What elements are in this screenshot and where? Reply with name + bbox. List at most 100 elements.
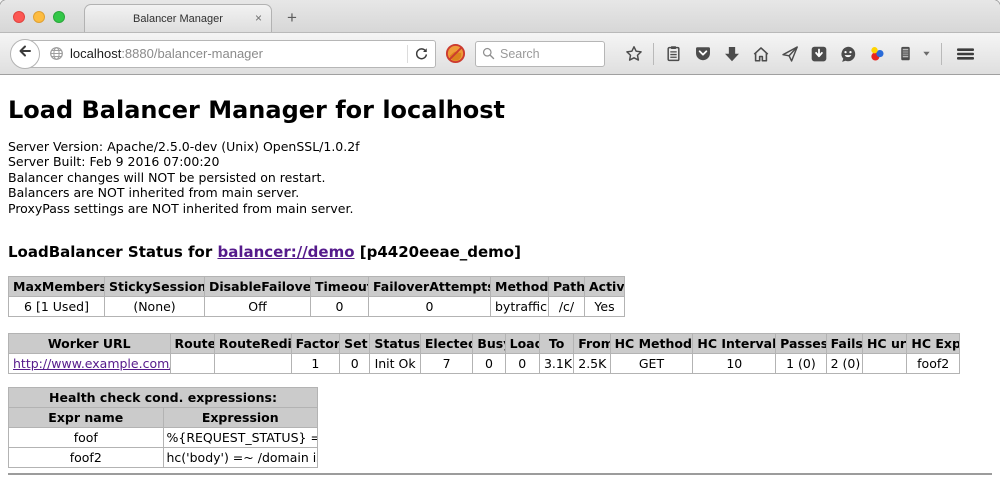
menu-hamburger-button[interactable] bbox=[951, 39, 980, 69]
cell-maxmembers: 6 [1 Used] bbox=[9, 297, 105, 317]
clipboard-button[interactable] bbox=[659, 39, 688, 69]
toolbar-icons bbox=[619, 39, 1000, 69]
col-hc-method: HC Method bbox=[610, 334, 693, 354]
home-button[interactable] bbox=[746, 39, 775, 69]
col-hc-interval: HC Interval bbox=[693, 334, 776, 354]
inherit-notice-line: Balancers are NOT inherited from main se… bbox=[8, 185, 992, 200]
col-factor: Factor bbox=[291, 334, 339, 354]
toolbar-divider bbox=[941, 43, 942, 65]
cell-method: bytraffic bbox=[491, 297, 549, 317]
cell-passes: 1 (0) bbox=[776, 354, 826, 374]
col-passes: Passes bbox=[776, 334, 826, 354]
cell-hc-expr: foof2 bbox=[907, 354, 960, 374]
col-to: To bbox=[539, 334, 573, 354]
table-header-row: Worker URL Route RouteRedir Factor Set S… bbox=[9, 334, 960, 354]
cell-timeout: 0 bbox=[311, 297, 369, 317]
battery-extension-button[interactable] bbox=[891, 39, 920, 69]
col-fails: Fails bbox=[826, 334, 862, 354]
search-icon bbox=[482, 47, 495, 60]
persist-notice-line: Balancer changes will NOT be persisted o… bbox=[8, 170, 992, 185]
cell-expr-name: foof2 bbox=[9, 448, 164, 468]
pocket-button[interactable] bbox=[688, 39, 717, 69]
cell-busy: 0 bbox=[473, 354, 505, 374]
send-page-button[interactable] bbox=[775, 39, 804, 69]
cell-hc-interval: 10 bbox=[693, 354, 776, 374]
cell-from: 2.5K bbox=[574, 354, 610, 374]
cell-expression: hc('body') =~ /domain is established/ bbox=[163, 448, 318, 468]
bookmark-star-button[interactable] bbox=[619, 39, 648, 69]
url-path-text: :8880/balancer-manager bbox=[121, 46, 263, 61]
cell-failoverattempts: 0 bbox=[369, 297, 491, 317]
table-row: foof %{REQUEST_STATUS} =~ /^[234]/ bbox=[9, 428, 318, 448]
chat-smiley-button[interactable] bbox=[833, 39, 862, 69]
col-routeredir: RouteRedir bbox=[214, 334, 291, 354]
globe-icon bbox=[49, 46, 64, 61]
table-header-row: MaxMembers StickySession DisableFailover… bbox=[9, 277, 625, 297]
col-hc-uri: HC uri bbox=[862, 334, 906, 354]
status-suffix: [p4420eeae_demo] bbox=[355, 243, 521, 261]
cell-factor: 1 bbox=[291, 354, 339, 374]
minimize-window-button[interactable] bbox=[33, 11, 45, 23]
extension-dots-button[interactable] bbox=[862, 39, 891, 69]
col-hc-expr: HC Expr bbox=[907, 334, 960, 354]
col-worker-url: Worker URL bbox=[9, 334, 171, 354]
col-failoverattempts: FailoverAttempts bbox=[369, 277, 491, 297]
worker-table: Worker URL Route RouteRedir Factor Set S… bbox=[8, 333, 960, 374]
zoom-window-button[interactable] bbox=[53, 11, 65, 23]
col-disablefailover: DisableFailover bbox=[205, 277, 311, 297]
balancer-demo-link[interactable]: balancer://demo bbox=[217, 243, 354, 261]
reload-button[interactable] bbox=[414, 46, 429, 61]
table-row: foof2 hc('body') =~ /domain is establish… bbox=[9, 448, 318, 468]
col-timeout: Timeout bbox=[311, 277, 369, 297]
back-arrow-icon bbox=[17, 43, 33, 64]
search-box[interactable] bbox=[475, 41, 605, 67]
content-blocked-badge[interactable] bbox=[445, 43, 466, 64]
search-input[interactable] bbox=[500, 47, 592, 61]
col-active: Active bbox=[585, 277, 625, 297]
url-host-text: localhost bbox=[70, 46, 121, 61]
toolbar-divider bbox=[653, 43, 654, 65]
navigation-toolbar: localhost:8880/balancer-manager bbox=[0, 33, 1000, 75]
titlebar: Balancer Manager × + bbox=[0, 0, 1000, 33]
cell-worker-url: http://www.example.com/ bbox=[9, 354, 171, 374]
proxypass-notice-line: ProxyPass settings are NOT inherited fro… bbox=[8, 201, 992, 216]
window-controls bbox=[13, 11, 65, 23]
col-maxmembers: MaxMembers bbox=[9, 277, 105, 297]
col-expr-name: Expr name bbox=[9, 408, 164, 428]
tab-close-icon[interactable]: × bbox=[255, 12, 262, 24]
cell-elected: 7 bbox=[420, 354, 472, 374]
table-title-row: Health check cond. expressions: bbox=[9, 388, 318, 408]
worker-row: http://www.example.com/ 1 0 Init Ok 7 0 … bbox=[9, 354, 960, 374]
table-header-row: Expr name Expression bbox=[9, 408, 318, 428]
page-title: Load Balancer Manager for localhost bbox=[8, 75, 992, 124]
cell-route bbox=[170, 354, 214, 374]
balancer-summary-table: MaxMembers StickySession DisableFailover… bbox=[8, 276, 625, 317]
page-content: Load Balancer Manager for localhost Serv… bbox=[0, 75, 1000, 490]
downloads-panel-button[interactable] bbox=[804, 39, 833, 69]
page-bottom-rule bbox=[8, 473, 992, 475]
browser-window: Balancer Manager × + localhost:8880/bala… bbox=[0, 0, 1000, 491]
col-stickysession: StickySession bbox=[105, 277, 205, 297]
status-prefix: LoadBalancer Status for bbox=[8, 243, 217, 261]
close-window-button[interactable] bbox=[13, 11, 25, 23]
new-tab-button[interactable]: + bbox=[282, 8, 302, 28]
tab-groups-button[interactable] bbox=[996, 39, 1000, 69]
health-check-table: Health check cond. expressions: Expr nam… bbox=[8, 387, 318, 468]
cell-set: 0 bbox=[340, 354, 370, 374]
overflow-caret-icon[interactable] bbox=[920, 49, 932, 58]
col-route: Route bbox=[170, 334, 214, 354]
tab-balancer-manager[interactable]: Balancer Manager × bbox=[84, 4, 272, 32]
col-status: Status bbox=[370, 334, 420, 354]
cell-path: /c/ bbox=[549, 297, 585, 317]
col-load: Load bbox=[505, 334, 539, 354]
worker-url-link[interactable]: http://www.example.com/ bbox=[13, 356, 170, 371]
col-path: Path bbox=[549, 277, 585, 297]
cell-expr-name: foof bbox=[9, 428, 164, 448]
cell-routeredir bbox=[214, 354, 291, 374]
download-arrow-button[interactable] bbox=[717, 39, 746, 69]
urlbar-divider bbox=[407, 45, 408, 63]
col-set: Set bbox=[340, 334, 370, 354]
url-bar[interactable]: localhost:8880/balancer-manager bbox=[24, 40, 436, 68]
server-info: Server Version: Apache/2.5.0-dev (Unix) … bbox=[8, 139, 992, 216]
back-button[interactable] bbox=[10, 39, 40, 69]
